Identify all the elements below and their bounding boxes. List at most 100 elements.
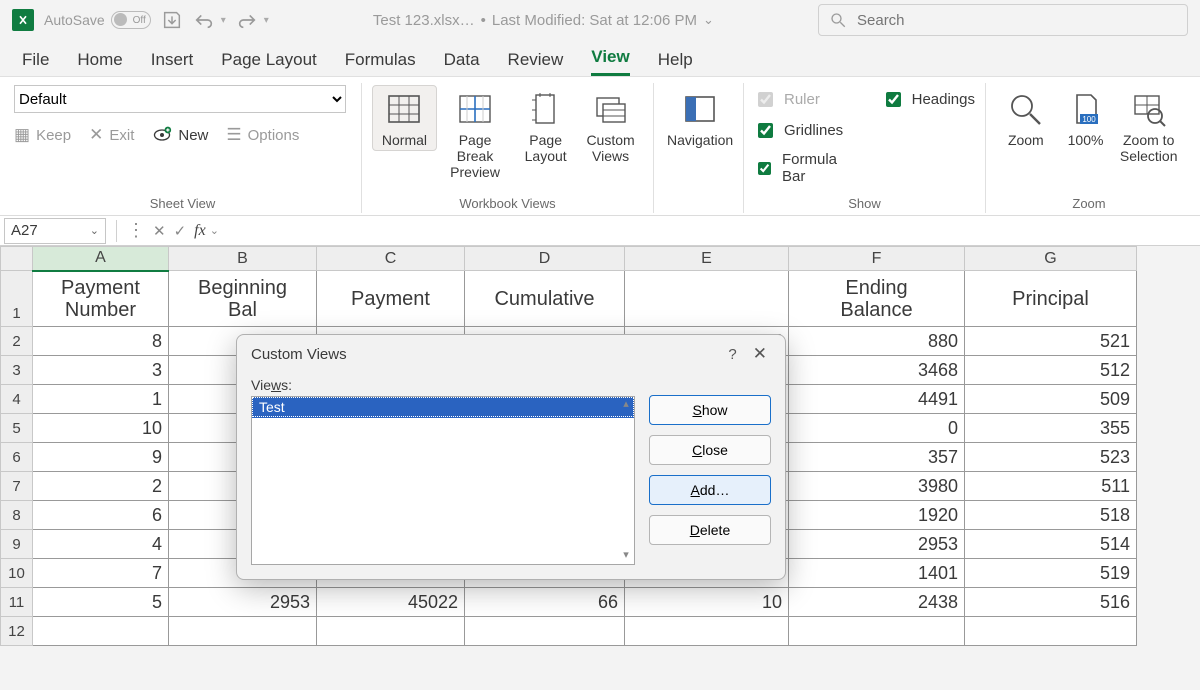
cell-G5[interactable]: 355 — [965, 414, 1137, 443]
cell-E12[interactable] — [625, 617, 789, 646]
tab-data[interactable]: Data — [444, 50, 480, 76]
search-box[interactable] — [818, 4, 1188, 36]
cell-A6[interactable]: 9 — [33, 443, 169, 472]
close-button[interactable]: ✕ — [745, 340, 775, 368]
cell-A5[interactable]: 10 — [33, 414, 169, 443]
tab-page-layout[interactable]: Page Layout — [221, 50, 316, 76]
normal-button[interactable]: Normal — [372, 85, 437, 151]
undo-icon[interactable] — [193, 9, 215, 31]
cell-G6[interactable]: 523 — [965, 443, 1137, 472]
autosave-toggle[interactable]: AutoSave Off — [44, 11, 151, 29]
more-icon[interactable]: ⋮ — [123, 220, 149, 241]
redo-icon[interactable] — [236, 9, 258, 31]
cell-F5[interactable]: 0 — [789, 414, 965, 443]
cell-A3[interactable]: 3 — [33, 356, 169, 385]
row-12-header[interactable]: 12 — [1, 617, 33, 646]
cell-F4[interactable]: 4491 — [789, 385, 965, 414]
cell-A11[interactable]: 5 — [33, 588, 169, 617]
cell-G12[interactable] — [965, 617, 1137, 646]
tab-formulas[interactable]: Formulas — [345, 50, 416, 76]
help-button[interactable]: ? — [720, 342, 744, 367]
page-layout-button[interactable]: Page Layout — [513, 85, 578, 167]
fx-chevron-icon[interactable]: ⌄ — [210, 224, 219, 237]
column-headers[interactable]: A B C D E F G — [1, 247, 1137, 271]
views-listbox[interactable]: Test ▴ ▾ — [251, 396, 635, 565]
formula-bar-checkbox[interactable]: Formula Bar — [754, 151, 852, 185]
header-C[interactable]: Payment — [317, 271, 465, 327]
cell-G2[interactable]: 521 — [965, 327, 1137, 356]
cell-A8[interactable]: 6 — [33, 501, 169, 530]
search-input[interactable] — [855, 11, 1177, 30]
cell-F9[interactable]: 2953 — [789, 530, 965, 559]
header-F[interactable]: EndingBalance — [789, 271, 965, 327]
header-A[interactable]: PaymentNumber — [33, 271, 169, 327]
col-C[interactable]: C — [317, 247, 465, 271]
cell-C11[interactable]: 45022 — [317, 588, 465, 617]
row-7-header[interactable]: 7 — [1, 472, 33, 501]
headings-checkbox[interactable]: Headings — [882, 89, 975, 110]
cell-B11[interactable]: 2953 — [169, 588, 317, 617]
cell-A9[interactable]: 4 — [33, 530, 169, 559]
cell-D12[interactable] — [465, 617, 625, 646]
cell-A4[interactable]: 1 — [33, 385, 169, 414]
col-B[interactable]: B — [169, 247, 317, 271]
add-button[interactable]: Add… — [649, 475, 771, 505]
show-button[interactable]: Show — [649, 395, 771, 425]
row-11-header[interactable]: 11 — [1, 588, 33, 617]
cell-C12[interactable] — [317, 617, 465, 646]
col-D[interactable]: D — [465, 247, 625, 271]
delete-button[interactable]: Delete — [649, 515, 771, 545]
cell-G8[interactable]: 518 — [965, 501, 1137, 530]
row-8-header[interactable]: 8 — [1, 501, 33, 530]
cell-G9[interactable]: 514 — [965, 530, 1137, 559]
page-break-button[interactable]: Page Break Preview — [437, 85, 513, 183]
undo-chevron-icon[interactable]: ▾ — [221, 15, 226, 26]
cell-F3[interactable]: 3468 — [789, 356, 965, 385]
header-E[interactable] — [625, 271, 789, 327]
row-5-header[interactable]: 5 — [1, 414, 33, 443]
header-D[interactable]: Cumulative — [465, 271, 625, 327]
row-2-header[interactable]: 2 — [1, 327, 33, 356]
cell-G11[interactable]: 516 — [965, 588, 1137, 617]
cell-F10[interactable]: 1401 — [789, 559, 965, 588]
row-9-header[interactable]: 9 — [1, 530, 33, 559]
row-10-header[interactable]: 10 — [1, 559, 33, 588]
cancel-icon[interactable]: ✕ — [149, 222, 170, 240]
cell-A7[interactable]: 2 — [33, 472, 169, 501]
new-button[interactable]: New — [152, 125, 208, 145]
col-G[interactable]: G — [965, 247, 1137, 271]
views-item-test[interactable]: Test — [252, 397, 634, 417]
zoom-100-button[interactable]: 100 100% — [1056, 85, 1116, 151]
cell-A2[interactable]: 8 — [33, 327, 169, 356]
cell-F11[interactable]: 2438 — [789, 588, 965, 617]
row-3-header[interactable]: 3 — [1, 356, 33, 385]
cell-E11[interactable]: 10 — [625, 588, 789, 617]
col-A[interactable]: A — [33, 247, 169, 271]
cell-G3[interactable]: 512 — [965, 356, 1137, 385]
navigation-button[interactable]: Navigation — [664, 85, 736, 151]
accept-icon[interactable]: ✓ — [170, 222, 191, 240]
cell-D11[interactable]: 66 — [465, 588, 625, 617]
tab-insert[interactable]: Insert — [151, 50, 194, 76]
save-icon[interactable] — [161, 9, 183, 31]
cell-B12[interactable] — [169, 617, 317, 646]
scroll-down-icon[interactable]: ▾ — [618, 548, 634, 564]
col-E[interactable]: E — [625, 247, 789, 271]
filename[interactable]: Test 123.xlsx… — [373, 12, 475, 29]
row-4-header[interactable]: 4 — [1, 385, 33, 414]
tab-review[interactable]: Review — [508, 50, 564, 76]
col-F[interactable]: F — [789, 247, 965, 271]
tab-view[interactable]: View — [591, 47, 629, 76]
cell-F8[interactable]: 1920 — [789, 501, 965, 530]
select-all-corner[interactable] — [1, 247, 33, 271]
cell-A10[interactable]: 7 — [33, 559, 169, 588]
chevron-down-icon[interactable]: ⌄ — [703, 12, 714, 28]
chevron-down-icon[interactable]: ⌄ — [90, 224, 99, 237]
cell-G7[interactable]: 511 — [965, 472, 1137, 501]
cell-A12[interactable] — [33, 617, 169, 646]
zoom-selection-button[interactable]: Zoom to Selection — [1115, 85, 1182, 167]
custom-views-button[interactable]: Custom Views — [578, 85, 643, 167]
cell-G10[interactable]: 519 — [965, 559, 1137, 588]
tab-file[interactable]: File — [22, 50, 49, 76]
scroll-up-icon[interactable]: ▴ — [618, 397, 634, 413]
